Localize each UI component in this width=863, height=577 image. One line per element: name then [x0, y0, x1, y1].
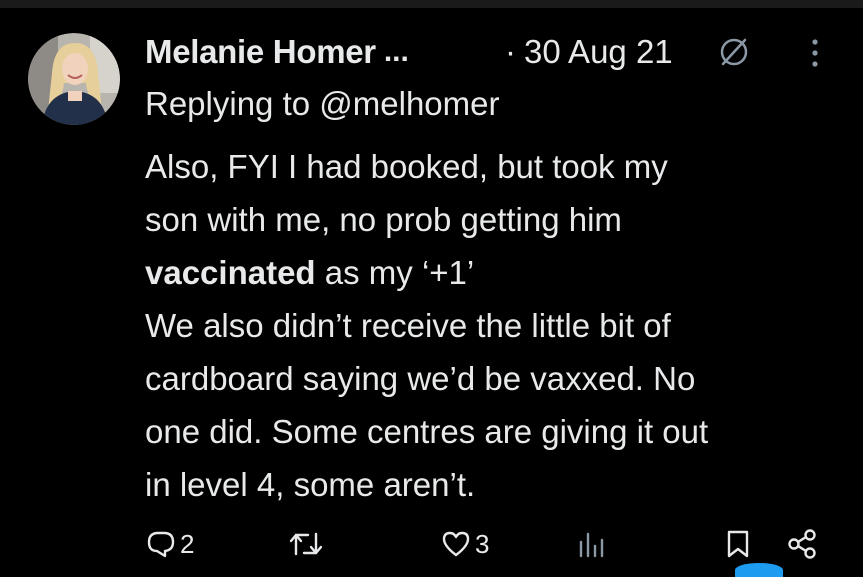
- replying-handle[interactable]: @melhomer: [319, 85, 499, 122]
- author-name-ellipsis: ...: [383, 35, 409, 68]
- top-divider: [0, 0, 863, 8]
- views-icon: [576, 528, 606, 560]
- share-button[interactable]: [786, 528, 818, 560]
- reply-button[interactable]: 2: [145, 528, 194, 560]
- tweet-text: Also, FYI I had booked, but took my son …: [145, 140, 845, 511]
- action-bar: 2 3: [0, 520, 863, 570]
- tweet-text-line: Also, FYI I had booked, but took my: [145, 148, 668, 185]
- reply-icon: [145, 528, 177, 560]
- reply-count: 2: [180, 528, 195, 559]
- share-icon: [786, 528, 818, 560]
- bookmark-button[interactable]: [724, 528, 752, 560]
- tweet-text-line: in level 4, some aren’t.: [145, 466, 476, 503]
- tweet-date[interactable]: 30 Aug 21: [524, 33, 673, 71]
- more-vertical-icon[interactable]: [808, 38, 822, 73]
- like-button[interactable]: 3: [440, 528, 489, 560]
- author-name[interactable]: Melanie Homer: [145, 33, 376, 71]
- views-button[interactable]: [576, 528, 609, 560]
- tweet-text-line: son with me, no prob getting him: [145, 201, 622, 238]
- tweet-header: Melanie Homer ...: [145, 28, 409, 76]
- bookmark-icon: [724, 528, 752, 560]
- tweet-text-bold: vaccinated: [145, 254, 316, 291]
- avatar-image: [28, 33, 120, 125]
- slashed-circle-icon: [716, 34, 752, 75]
- heart-icon: [440, 528, 472, 560]
- replying-prefix: Replying to: [145, 85, 311, 122]
- tweet-text-line: cardboard saying we’d be vaxxed. No: [145, 360, 696, 397]
- tweet-text-line: We also didn’t receive the little bit of: [145, 307, 671, 344]
- avatar[interactable]: [28, 33, 120, 125]
- tweet-text-segment: as my ‘+1’: [315, 254, 475, 291]
- date-separator: ·: [505, 33, 516, 70]
- floating-action-button-edge[interactable]: [735, 563, 783, 577]
- tweet-text-line: one did. Some centres are giving it out: [145, 413, 709, 450]
- tweet-meta: · 30 Aug 21: [505, 28, 673, 76]
- tweet-text-line: vaccinated as my ‘+1’: [145, 246, 845, 299]
- like-count: 3: [475, 528, 490, 559]
- retweet-button[interactable]: [288, 528, 327, 560]
- retweet-icon: [288, 528, 324, 560]
- replying-to: Replying to @melhomer: [145, 83, 500, 125]
